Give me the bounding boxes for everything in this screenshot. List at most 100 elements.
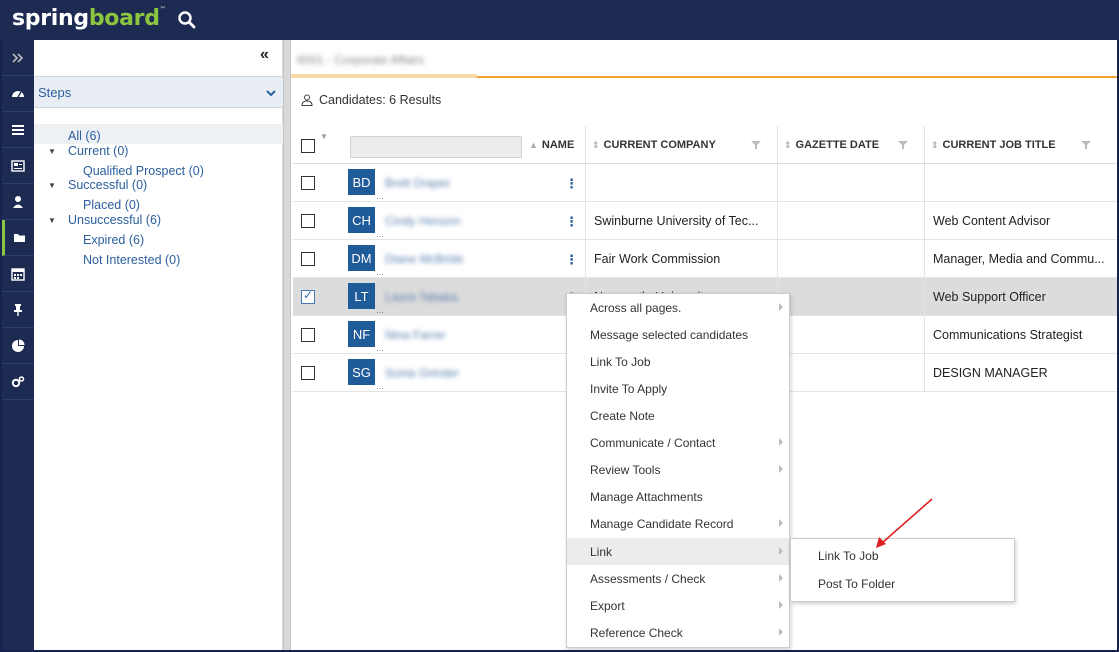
- menu-item-manage-attachments[interactable]: Manage Attachments: [567, 483, 789, 510]
- avatar[interactable]: LT: [348, 283, 375, 309]
- menu-item-reference-check[interactable]: Reference Check: [567, 619, 789, 646]
- avatar[interactable]: DM: [348, 245, 375, 271]
- submenu-item-post-to-folder[interactable]: Post To Folder: [791, 570, 1014, 598]
- cell-gazette-date: [777, 278, 924, 316]
- expand-caret-icon[interactable]: ▼: [48, 181, 56, 190]
- row-actions-kebab-icon[interactable]: ⋮: [565, 252, 578, 268]
- avatar[interactable]: NF: [348, 321, 375, 347]
- submenu-arrow-icon: [779, 628, 783, 636]
- table-row[interactable]: CH … Cindy Henson ⋮ Swinburne University…: [293, 202, 1117, 240]
- column-header-gazette-date[interactable]: ⇕ GAZETTE DATE: [777, 126, 924, 164]
- column-header-company[interactable]: ⇕ CURRENT COMPANY: [585, 126, 777, 164]
- row-checkbox[interactable]: [301, 176, 315, 190]
- springboard-logo[interactable]: springboard™: [12, 6, 166, 31]
- menu-item-label: Manage Attachments: [590, 489, 703, 504]
- menu-item-assessments-check[interactable]: Assessments / Check: [567, 565, 789, 592]
- sort-icon: ⇕: [931, 139, 939, 150]
- menu-item-across-all-pages[interactable]: Across all pages.: [567, 294, 789, 321]
- cogs-icon[interactable]: [2, 364, 34, 400]
- row-checkbox[interactable]: [301, 366, 315, 380]
- cell-job-title: Web Content Advisor: [924, 202, 1117, 240]
- avatar[interactable]: SG: [348, 359, 375, 385]
- pin-icon[interactable]: [2, 292, 34, 328]
- menu-item-message-selected[interactable]: Message selected candidates: [567, 321, 789, 348]
- avatar-more-icon: …: [376, 192, 384, 201]
- step-successful[interactable]: Successful (0): [68, 178, 147, 192]
- collapse-panel-icon[interactable]: «: [260, 46, 269, 64]
- row-checkbox[interactable]: [301, 252, 315, 266]
- candidate-name-link[interactable]: Diane McBride: [385, 252, 464, 266]
- search-icon[interactable]: [177, 10, 197, 30]
- menu-item-link[interactable]: Link: [567, 538, 789, 565]
- column-label-job-title: CURRENT JOB TITLE: [942, 139, 1056, 151]
- sort-icon: ▲: [529, 140, 538, 150]
- column-header-job-title[interactable]: ⇕ CURRENT JOB TITLE: [924, 126, 1117, 164]
- row-actions-kebab-icon[interactable]: ⋮: [565, 214, 578, 230]
- menu-item-manage-candidate-record[interactable]: Manage Candidate Record: [567, 510, 789, 537]
- person-icon[interactable]: [2, 184, 34, 220]
- chart-pie-icon[interactable]: [2, 328, 34, 364]
- candidate-name-link[interactable]: Laura Tabaka: [385, 290, 458, 304]
- cell-company: Swinburne University of Tec...: [585, 202, 777, 240]
- step-all[interactable]: All (6): [68, 129, 101, 143]
- row-checkbox[interactable]: [301, 328, 315, 342]
- menu-item-label: Manage Candidate Record: [590, 516, 734, 531]
- candidate-name-link[interactable]: Brett Draper: [385, 176, 450, 190]
- column-header-name[interactable]: ▲ NAME: [529, 126, 585, 164]
- candidate-user-icon: [301, 94, 313, 106]
- step-current[interactable]: Current (0): [68, 144, 128, 158]
- cell-job-title: Web Support Officer: [924, 278, 1117, 316]
- table-row[interactable]: DM … Diane McBride ⋮ Fair Work Commissio…: [293, 240, 1117, 278]
- steps-dropdown[interactable]: Steps: [34, 76, 283, 108]
- folder-icon[interactable]: [2, 220, 34, 256]
- row-checkbox[interactable]: [301, 288, 315, 304]
- row-context-menu: Across all pages. Message selected candi…: [566, 293, 790, 648]
- select-options-caret-icon[interactable]: ▼: [320, 132, 328, 141]
- annotation-arrow-icon: [876, 498, 933, 548]
- candidate-name-link[interactable]: Nina Farrer: [385, 328, 446, 342]
- avatar-more-icon: …: [376, 268, 384, 277]
- menu-item-invite-to-apply[interactable]: Invite To Apply: [567, 375, 789, 402]
- avatar[interactable]: BD: [348, 169, 375, 195]
- menu-item-create-note[interactable]: Create Note: [567, 402, 789, 429]
- step-placed[interactable]: Placed (0): [83, 198, 140, 212]
- name-filter-input[interactable]: [350, 136, 522, 158]
- menu-item-review-tools[interactable]: Review Tools: [567, 456, 789, 483]
- submenu-arrow-icon: [779, 519, 783, 527]
- filter-icon[interactable]: [1081, 140, 1091, 150]
- column-label-name: NAME: [541, 139, 575, 151]
- filter-icon[interactable]: [751, 140, 761, 150]
- step-not-interested[interactable]: Not Interested (0): [83, 253, 180, 267]
- cell-company: [585, 164, 777, 202]
- candidate-name-link[interactable]: Cindy Henson: [385, 214, 460, 228]
- filter-icon[interactable]: [898, 140, 908, 150]
- menu-item-export[interactable]: Export: [567, 592, 789, 619]
- submenu-arrow-icon: [779, 303, 783, 311]
- submenu-arrow-icon: [779, 547, 783, 555]
- cell-gazette-date: [777, 240, 924, 278]
- expand-caret-icon[interactable]: ▼: [48, 216, 56, 225]
- results-count: Candidates: 6 Results: [319, 93, 442, 107]
- step-qualified-prospect[interactable]: Qualified Prospect (0): [83, 164, 204, 178]
- list-icon[interactable]: [2, 112, 34, 148]
- candidate-name-link[interactable]: Sonia Grinder: [385, 366, 459, 380]
- menu-item-link-to-job[interactable]: Link To Job: [567, 348, 789, 375]
- menu-item-communicate-contact[interactable]: Communicate / Contact: [567, 429, 789, 456]
- row-checkbox[interactable]: [301, 214, 315, 228]
- expand-caret-icon[interactable]: ▼: [48, 147, 56, 156]
- table-row[interactable]: BD … Brett Draper ⋮: [293, 164, 1117, 202]
- card-icon[interactable]: [2, 148, 34, 184]
- avatar[interactable]: CH: [348, 207, 375, 233]
- expand-icon[interactable]: [2, 40, 34, 76]
- calendar-icon[interactable]: [2, 256, 34, 292]
- step-expired[interactable]: Expired (6): [83, 233, 144, 247]
- row-actions-kebab-icon[interactable]: ⋮: [565, 176, 578, 192]
- step-unsuccessful[interactable]: Unsuccessful (6): [68, 213, 161, 227]
- panel-splitter[interactable]: [283, 40, 291, 650]
- select-all-checkbox[interactable]: [301, 139, 315, 153]
- cell-gazette-date: [777, 202, 924, 240]
- cell-job-title: Manager, Media and Commu...: [924, 240, 1117, 278]
- dashboard-icon[interactable]: [2, 76, 34, 112]
- cell-gazette-date: [777, 164, 924, 202]
- job-tab-title[interactable]: 6001 - Corporate Affairs: [297, 53, 424, 67]
